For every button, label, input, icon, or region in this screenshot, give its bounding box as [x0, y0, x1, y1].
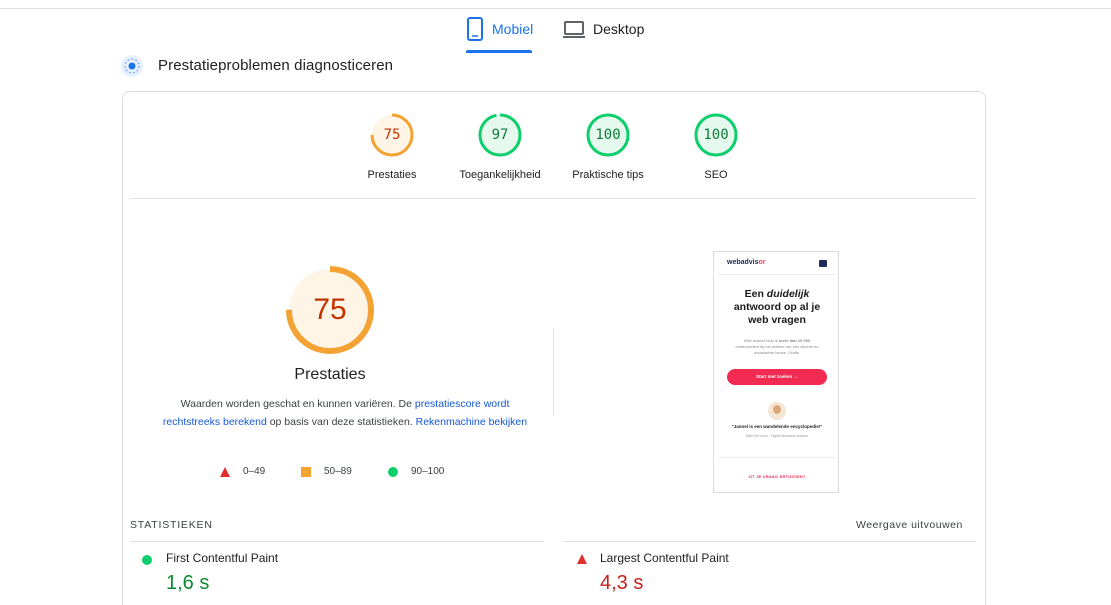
gauge-prestaties[interactable]: 75 [369, 112, 415, 158]
description-text: op basis van deze statistieken. [266, 416, 416, 428]
tab-desktop-label: Desktop [593, 21, 645, 37]
gauge-big-title: Prestaties [294, 366, 366, 383]
gauge-label: Praktische tips [572, 169, 644, 181]
square-icon [301, 466, 311, 477]
gauge-praktische-tips[interactable]: 100 [585, 112, 631, 158]
site-intro: Elke maand help ik meer dan 10 000 onder… [735, 338, 819, 355]
top-divider [0, 8, 1111, 9]
site-footer-cta: ZIT JE VRAAG ERTUSSEN? [748, 474, 806, 479]
gauge-big-prestaties: 75 [285, 265, 375, 355]
gauge-value: 97 [491, 127, 509, 143]
gauge-label: Prestaties [367, 169, 417, 181]
card-divider [130, 198, 976, 199]
calculator-link[interactable]: Rekenmachine bekijken [416, 416, 527, 428]
legend-label: 50–89 [324, 466, 352, 477]
metric-value-lcp: 4,3 s [600, 572, 644, 594]
gauge-value: 75 [383, 127, 401, 143]
stats-divider [130, 541, 544, 542]
gauge-label: SEO [704, 169, 728, 181]
score-description: Waarden worden geschat en kunnen variëre… [155, 395, 535, 431]
gauge-big-value: 75 [313, 293, 347, 326]
tab-desktop[interactable]: Desktop [563, 17, 644, 53]
page-screenshot: webadvisor Een duidelijk antwoord op al j… [713, 251, 839, 493]
gauge-value: 100 [595, 127, 621, 143]
site-cta-button: Start met zoeken → [727, 369, 827, 385]
legend-fail: 0–49 [220, 466, 265, 477]
pass-circle-icon [142, 555, 152, 565]
metric-name-fcp: First Contentful Paint [166, 551, 279, 565]
metric-name-lcp: Largest Contentful Paint [600, 551, 729, 565]
legend-label: 0–49 [243, 466, 266, 477]
stats-title: STATISTIEKEN [130, 519, 213, 531]
tab-mobile[interactable]: Mobiel [466, 17, 533, 53]
legend-average: 50–89 [301, 466, 352, 477]
phone-icon [467, 17, 483, 41]
site-logo: webadvisor [727, 259, 766, 266]
expand-view-button[interactable]: Weergave uitvouwen [856, 519, 963, 531]
diagnose-icon [120, 54, 144, 78]
gauge-toegankelijkheid[interactable]: 97 [477, 112, 523, 158]
active-tab-indicator [466, 50, 532, 53]
legend-label: 90–100 [411, 466, 445, 477]
triangle-icon [220, 466, 230, 477]
site-quote: "Jannel is een wandelende encyclopedie!" [731, 424, 823, 429]
tab-mobile-label: Mobiel [492, 21, 534, 37]
metric-value-fcp: 1,6 s [166, 572, 210, 594]
fail-triangle-icon [577, 554, 587, 564]
description-text: Waarden worden geschat en kunnen variëre… [180, 398, 415, 410]
circle-icon [388, 466, 398, 477]
avatar [768, 402, 786, 420]
gauge-value: 100 [703, 127, 729, 143]
gauge-label: Toegankelijkheid [459, 169, 541, 181]
site-heading: Een duidelijk antwoord op al je web vrage… [733, 288, 821, 326]
site-quote-author: Mike De Hoon - Digital Business Advisor [745, 434, 809, 438]
vertical-separator [553, 328, 554, 416]
stats-divider [563, 541, 976, 542]
section-title: Prestatieproblemen diagnosticeren [158, 57, 394, 74]
legend-pass: 90–100 [388, 466, 444, 477]
gauge-seo[interactable]: 100 [693, 112, 739, 158]
monitor-icon [563, 21, 585, 38]
menu-icon [819, 260, 827, 267]
